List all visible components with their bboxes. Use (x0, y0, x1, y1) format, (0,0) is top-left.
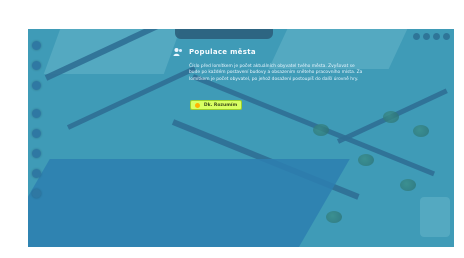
coin-icon (194, 102, 200, 108)
sound-icon[interactable] (433, 33, 440, 40)
tool-button-icon[interactable] (32, 41, 41, 50)
tool-button-icon[interactable] (32, 189, 41, 198)
left-toolbar (28, 29, 46, 247)
game-viewport[interactable]: Populace města Číslo před lomítkem je po… (28, 29, 454, 247)
tree-decoration (358, 154, 374, 166)
tool-button-icon[interactable] (32, 61, 41, 70)
tool-button-icon[interactable] (32, 129, 41, 138)
window-left-margin (0, 0, 28, 258)
confirm-button-label: Dk. Rozumím (203, 102, 238, 108)
window-bottom-margin (0, 247, 464, 258)
building-block (420, 197, 450, 237)
tree-decoration (413, 125, 429, 137)
menu-icon[interactable] (413, 33, 420, 40)
confirm-button[interactable]: Dk. Rozumím (190, 100, 242, 110)
map-water (28, 159, 350, 247)
tool-button-icon[interactable] (32, 169, 41, 178)
tree-decoration (400, 179, 416, 191)
tutorial-tooltip: Populace města Číslo před lomítkem je po… (173, 47, 369, 142)
tooltip-text: Číslo před lomítkem je počet aktuálních … (189, 64, 363, 82)
tooltip-header: Populace města (173, 47, 256, 57)
window-top-margin (0, 0, 464, 29)
tool-button-icon[interactable] (32, 81, 41, 90)
window-right-margin (454, 0, 464, 258)
population-banner (175, 29, 273, 39)
tool-button-icon[interactable] (32, 109, 41, 118)
tree-decoration (326, 211, 342, 223)
tooltip-title: Populace města (189, 48, 256, 56)
tree-decoration (383, 111, 399, 123)
fullscreen-icon[interactable] (443, 33, 450, 40)
top-right-controls (413, 33, 450, 40)
settings-icon[interactable] (423, 33, 430, 40)
tool-button-icon[interactable] (32, 149, 41, 158)
people-icon (173, 48, 182, 56)
